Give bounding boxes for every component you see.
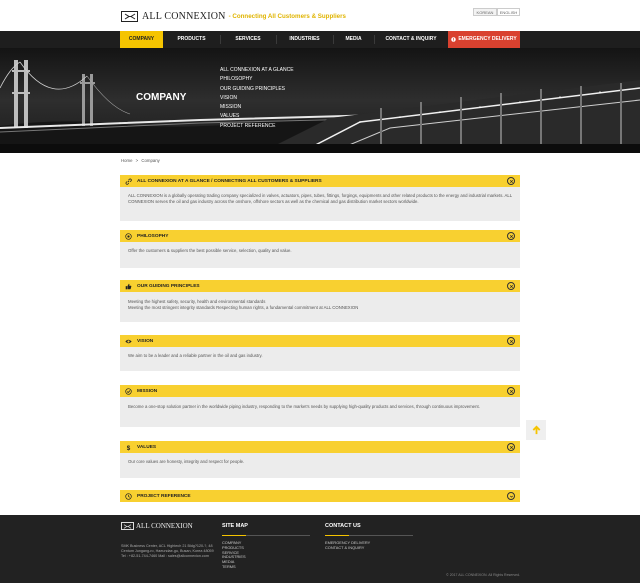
- submenu-values[interactable]: VALUES: [220, 112, 294, 121]
- section-values: $ VALUES Our core values are honesty, in…: [120, 441, 520, 478]
- section-header[interactable]: VISION: [120, 335, 520, 347]
- eye-icon: [125, 338, 132, 345]
- footer-address: SMK Business Center, ACL Hightech 21 Bld…: [121, 544, 214, 559]
- logo-mark-icon: [121, 10, 138, 22]
- footer-copyright: © 2017 ALL CONNEXION. All Rights Reserve…: [446, 573, 520, 577]
- history-icon: [125, 492, 132, 500]
- section-header[interactable]: OUR GUIDING PRINCIPLES: [120, 280, 520, 292]
- svg-text:$: $: [127, 444, 131, 450]
- nav-products[interactable]: PRODUCTS: [163, 31, 220, 48]
- lang-english-button[interactable]: ENGLISH: [497, 8, 520, 16]
- footer-link-inquiry[interactable]: CONTACT & INQUIRY: [325, 545, 370, 551]
- check-circle-icon: [125, 387, 132, 395]
- section-project-reference: PROJECT REFERENCE: [120, 490, 520, 502]
- expand-toggle-icon[interactable]: [507, 492, 515, 500]
- section-text: Meeting the most stringent integrity sta…: [128, 305, 359, 311]
- breadcrumb-home[interactable]: Home: [121, 158, 132, 163]
- collapse-toggle-icon[interactable]: [507, 282, 515, 290]
- nav-services[interactable]: SERVICES: [220, 31, 276, 48]
- section-title: ALL CONNEXION AT A GLANCE / CONNECTING A…: [137, 178, 322, 184]
- nav-industries[interactable]: INDUSTRIES: [276, 31, 333, 48]
- section-body: ALL CONNEXION is a globally operating tr…: [120, 187, 520, 221]
- section-header[interactable]: PHILOSOPHY: [120, 230, 520, 242]
- submenu-mission[interactable]: MISSION: [220, 103, 294, 112]
- section-vision: VISION We aim to be a leader and a relia…: [120, 335, 520, 371]
- collapse-toggle-icon[interactable]: [507, 387, 515, 395]
- collapse-toggle-icon[interactable]: [507, 177, 515, 185]
- site-footer: ALL CONNEXION SMK Business Center, ACL H…: [0, 515, 640, 583]
- hero-title: COMPANY: [136, 92, 187, 103]
- section-title: PHILOSOPHY: [137, 233, 169, 239]
- footer-sitemap-title: SITE MAP: [222, 523, 248, 529]
- logo-mark-icon: [121, 522, 134, 530]
- section-glance: ALL CONNEXION AT A GLANCE / CONNECTING A…: [120, 175, 520, 221]
- nav-media[interactable]: MEDIA: [333, 31, 374, 48]
- site-header: ALL CONNEXION - Connecting All Customers…: [0, 0, 640, 31]
- section-text: ALL CONNEXION is a globally operating tr…: [128, 193, 512, 205]
- section-body: Offer the customers & suppliers the best…: [120, 242, 520, 268]
- submenu-principles[interactable]: OUR GUIDING PRINCIPLES: [220, 85, 294, 94]
- hero-submenu: ALL CONNEXION AT A GLANCE PHILOSOPHY OUR…: [220, 66, 294, 131]
- section-title: VALUES: [137, 444, 157, 450]
- thumbs-up-icon: [125, 283, 132, 290]
- section-principles: OUR GUIDING PRINCIPLES Meeting the highe…: [120, 280, 520, 322]
- section-text: We aim to be a leader and a reliable par…: [128, 353, 263, 358]
- footer-divider: [222, 535, 310, 536]
- section-header[interactable]: $ VALUES: [120, 441, 520, 453]
- nav-emergency-label: EMERGENCY DELIVERY: [458, 36, 517, 42]
- section-header[interactable]: MISSION: [120, 385, 520, 397]
- breadcrumb-current: Company: [141, 158, 160, 163]
- breadcrumb: Home > Company: [121, 158, 162, 163]
- footer-sitemap-list: COMPANY PRODUCTS SERVICE INDUSTRIES MEDI…: [222, 540, 246, 570]
- section-body: Become a one-stop solution partner in th…: [120, 397, 520, 427]
- section-philosophy: PHILOSOPHY Offer the customers & supplie…: [120, 230, 520, 268]
- footer-contact-list: EMERGENCY DELIVERY CONTACT & INQUIRY: [325, 540, 370, 551]
- collapse-toggle-icon[interactable]: [507, 443, 515, 451]
- submenu-philosophy[interactable]: PHILOSOPHY: [220, 75, 294, 84]
- nav-company[interactable]: COMPANY: [120, 31, 163, 48]
- footer-logo[interactable]: ALL CONNEXION: [121, 522, 193, 530]
- section-text: Offer the customers & suppliers the best…: [128, 248, 292, 253]
- lang-korean-button[interactable]: KOREAN: [473, 8, 497, 16]
- logo-tagline: - Connecting All Customers & Suppliers: [228, 12, 346, 20]
- scroll-to-top-button[interactable]: [526, 420, 546, 440]
- dollar-icon: $: [125, 444, 132, 450]
- section-title: MISSION: [137, 388, 158, 394]
- footer-contact-title: CONTACT US: [325, 523, 361, 529]
- collapse-toggle-icon[interactable]: [507, 232, 515, 240]
- section-header[interactable]: ALL CONNEXION AT A GLANCE / CONNECTING A…: [120, 175, 520, 187]
- footer-divider: [325, 535, 413, 536]
- breadcrumb-separator: >: [135, 158, 139, 163]
- section-body: We aim to be a leader and a reliable par…: [120, 347, 520, 371]
- main-nav: COMPANY PRODUCTS SERVICES INDUSTRIES MED…: [0, 31, 640, 48]
- section-mission: MISSION Become a one-stop solution partn…: [120, 385, 520, 427]
- section-body: Our core values are honesty, integrity a…: [120, 453, 520, 478]
- section-header[interactable]: PROJECT REFERENCE: [120, 490, 520, 502]
- nav-contact[interactable]: CONTACT & INQUIRY: [374, 31, 448, 48]
- bridge-night-image: [0, 48, 640, 153]
- footer-logo-text: ALL CONNEXION: [136, 522, 193, 530]
- submenu-glance[interactable]: ALL CONNEXION AT A GLANCE: [220, 66, 294, 75]
- section-text: Our core values are honesty, integrity a…: [128, 459, 245, 464]
- link-icon: [125, 178, 132, 185]
- collapse-toggle-icon[interactable]: [507, 337, 515, 345]
- submenu-project-reference[interactable]: PROJECT REFERENCE: [220, 122, 294, 131]
- logo-text: ALL CONNEXION: [142, 10, 226, 22]
- section-title: VISION: [137, 338, 154, 344]
- arrow-up-icon: [532, 425, 540, 434]
- nav-emergency-delivery[interactable]: EMERGENCY DELIVERY: [448, 31, 520, 48]
- footer-link-terms[interactable]: TERMS: [222, 564, 246, 570]
- alert-circle-icon: [451, 37, 457, 42]
- section-body: Meeting the highest safety, security, he…: [120, 292, 520, 322]
- section-title: PROJECT REFERENCE: [137, 493, 191, 499]
- hero-banner: COMPANY ALL CONNEXION AT A GLANCE PHILOS…: [0, 48, 640, 153]
- section-title: OUR GUIDING PRINCIPLES: [137, 283, 200, 289]
- submenu-vision[interactable]: VISION: [220, 94, 294, 103]
- section-text: Become a one-stop solution partner in th…: [128, 404, 480, 409]
- site-logo[interactable]: ALL CONNEXION - Connecting All Customers…: [121, 10, 346, 22]
- target-icon: [125, 232, 132, 240]
